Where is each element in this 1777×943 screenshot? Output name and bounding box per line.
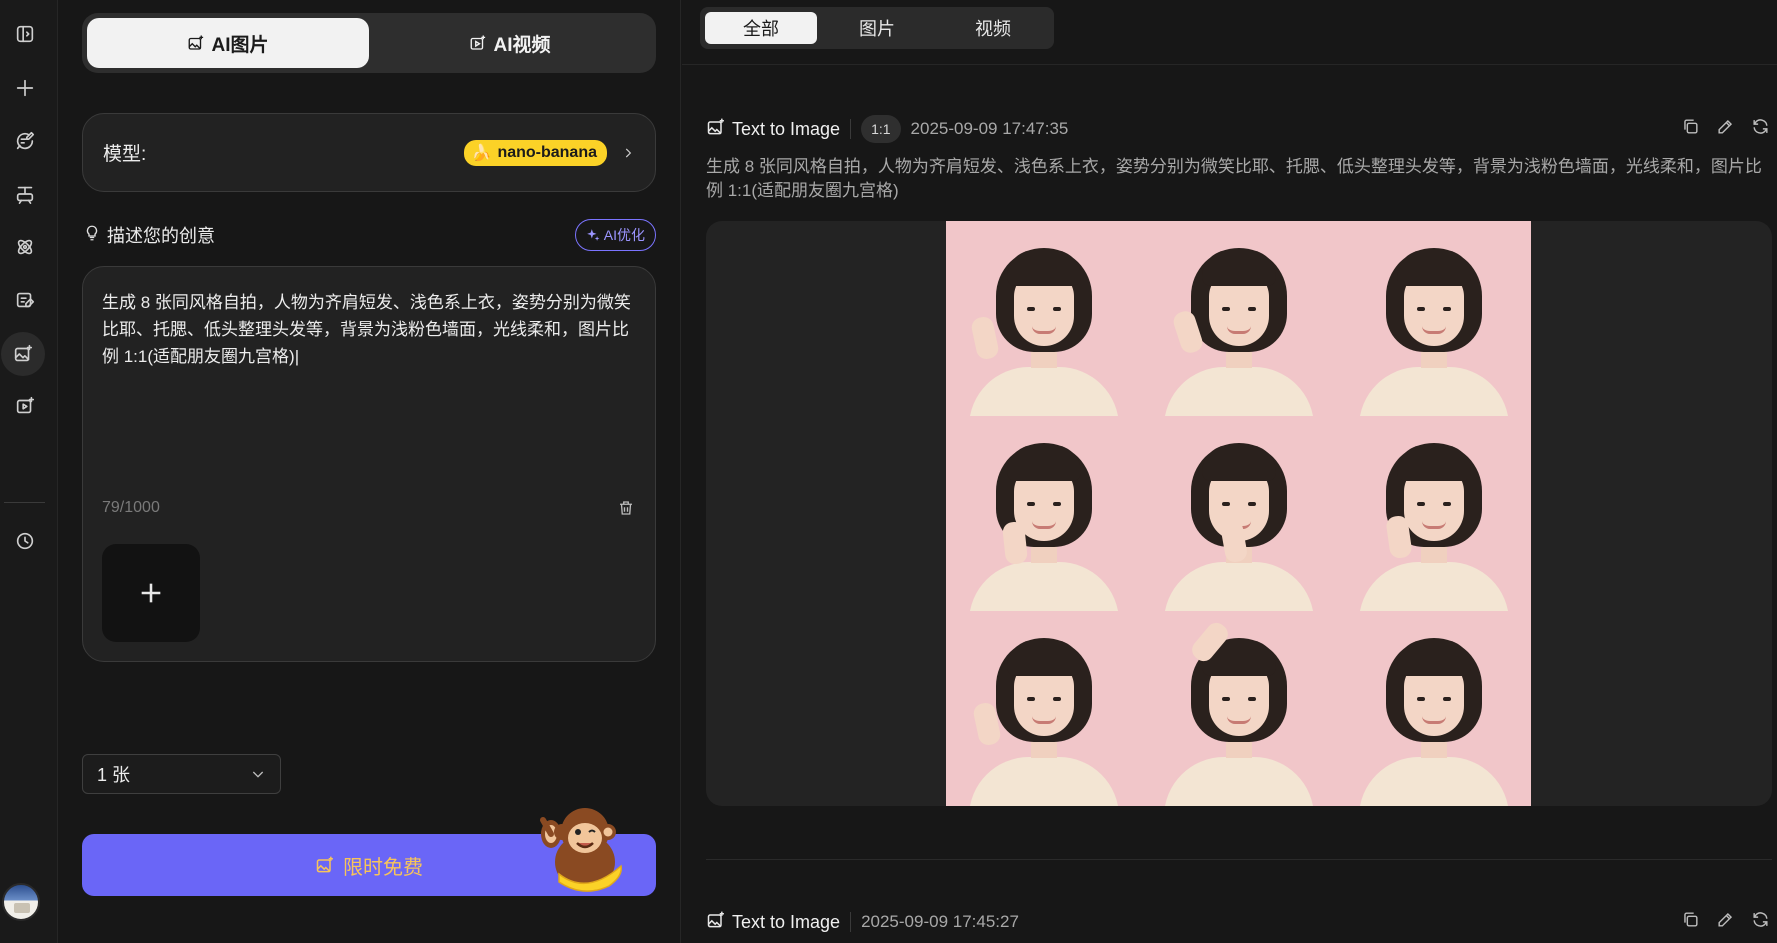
photo-tile [1336, 221, 1531, 416]
edit-icon[interactable] [1716, 910, 1735, 934]
image-sparkle-icon [316, 856, 333, 873]
photo-tile [1141, 611, 1336, 806]
photo-tile [1336, 611, 1531, 806]
plus-icon [141, 583, 161, 603]
banana-icon: 🍌 [471, 144, 492, 162]
lightbulb-icon [83, 224, 101, 247]
divider [682, 64, 1777, 65]
plus-icon[interactable] [5, 68, 45, 108]
sidebar-toggle-icon[interactable] [5, 14, 45, 54]
divider [706, 859, 1772, 860]
tab-ai-image[interactable]: AI图片 [87, 18, 369, 68]
chevron-down-icon [252, 771, 264, 778]
chevron-right-icon [621, 146, 635, 160]
text-tool-icon[interactable] [5, 174, 45, 214]
generation-card: Text to Image 2025-09-09 17:45:27 [706, 907, 1772, 937]
video-sparkle-icon[interactable] [5, 386, 45, 426]
char-count: 79/1000 [102, 499, 160, 516]
generation-header: Text to Image 1:1 2025-09-09 17:47:35 [706, 114, 1772, 144]
filter-video[interactable]: 视频 [937, 12, 1049, 44]
generation-type: Text to Image [732, 911, 841, 932]
refresh-icon[interactable] [1751, 117, 1770, 141]
model-selector[interactable]: 模型: 🍌 nano-banana [82, 113, 656, 192]
filter-tabs: 全部 图片 视频 [700, 7, 1054, 49]
left-rail [0, 0, 58, 943]
avatar[interactable] [2, 883, 40, 921]
photo-tile [946, 221, 1141, 416]
photo-tile [946, 416, 1141, 611]
atom-icon[interactable] [5, 227, 45, 267]
prompt-header: 描述您的创意 AI优化 [83, 219, 656, 251]
generation-time: 2025-09-09 17:47:35 [910, 119, 1069, 138]
upload-image-button[interactable] [102, 544, 200, 642]
video-sparkle-icon [471, 35, 486, 50]
chat-edit-icon[interactable] [5, 121, 45, 161]
edit-icon[interactable] [1716, 117, 1735, 141]
photo-tile [1141, 416, 1336, 611]
image-sparkle-icon[interactable] [1, 332, 45, 376]
divider [850, 912, 852, 932]
mode-switch: AI图片 AI视频 [82, 13, 656, 73]
refresh-icon[interactable] [1751, 910, 1770, 934]
generation-card: Text to Image 1:1 2025-09-09 17:47:35 生成… [706, 114, 1772, 806]
prompt-title: 描述您的创意 [107, 226, 215, 246]
filter-all[interactable]: 全部 [705, 12, 817, 44]
generation-header: Text to Image 2025-09-09 17:45:27 [706, 907, 1772, 937]
rail-divider [4, 502, 45, 503]
tab-ai-video-label: AI视频 [493, 34, 551, 56]
history-clock-icon[interactable] [5, 521, 45, 561]
generated-image-frame [706, 221, 1772, 806]
image-sparkle-icon [706, 117, 726, 142]
ratio-badge: 1:1 [861, 115, 901, 143]
generation-type: Text to Image [732, 118, 841, 139]
copy-icon[interactable] [1681, 910, 1700, 934]
model-label: 模型: [103, 144, 147, 165]
create-panel: AI图片 AI视频 模型: 🍌 nano-banana 描述您的创意 AI优化 … [59, 0, 681, 943]
image-sparkle-icon [189, 35, 204, 50]
generation-actions [1681, 910, 1770, 934]
copy-icon[interactable] [1681, 117, 1700, 141]
prompt-text[interactable]: 生成 8 张同风格自拍，人物为齐肩短发、浅色系上衣，姿势分别为微笑比耶、托腮、低… [102, 289, 637, 370]
generated-image[interactable] [946, 221, 1531, 806]
generate-label: 限时免费 [343, 856, 423, 879]
divider [850, 119, 852, 139]
filter-image[interactable]: 图片 [821, 12, 933, 44]
trash-icon[interactable] [617, 499, 635, 522]
tab-ai-image-label: AI图片 [211, 34, 269, 56]
quantity-select[interactable]: 1 张 [82, 754, 281, 794]
generation-prompt: 生成 8 张同风格自拍，人物为齐肩短发、浅色系上衣，姿势分别为微笑比耶、托腮、低… [706, 157, 1762, 200]
model-badge: 🍌 nano-banana [463, 139, 607, 166]
photo-tile [946, 611, 1141, 806]
photo-tile [1336, 416, 1531, 611]
generation-time: 2025-09-09 17:45:27 [861, 912, 1019, 931]
prompt-textarea[interactable]: 生成 8 张同风格自拍，人物为齐肩短发、浅色系上衣，姿势分别为微笑比耶、托腮、低… [82, 266, 656, 662]
ai-optimize-label: AI优化 [603, 227, 645, 243]
quantity-value: 1 张 [97, 765, 131, 785]
results-area: 全部 图片 视频 Text to Image 1:1 2025-09-09 17… [682, 0, 1777, 943]
tab-ai-video[interactable]: AI视频 [369, 18, 651, 68]
generation-actions [1681, 117, 1770, 141]
photo-tile [1141, 221, 1336, 416]
monkey-mascot-icon [540, 808, 622, 892]
ai-optimize-button[interactable]: AI优化 [574, 219, 656, 251]
image-edit-icon[interactable] [5, 280, 45, 320]
image-sparkle-icon [706, 910, 726, 935]
model-name: nano-banana [497, 143, 597, 161]
sparkle-icon [586, 229, 600, 241]
